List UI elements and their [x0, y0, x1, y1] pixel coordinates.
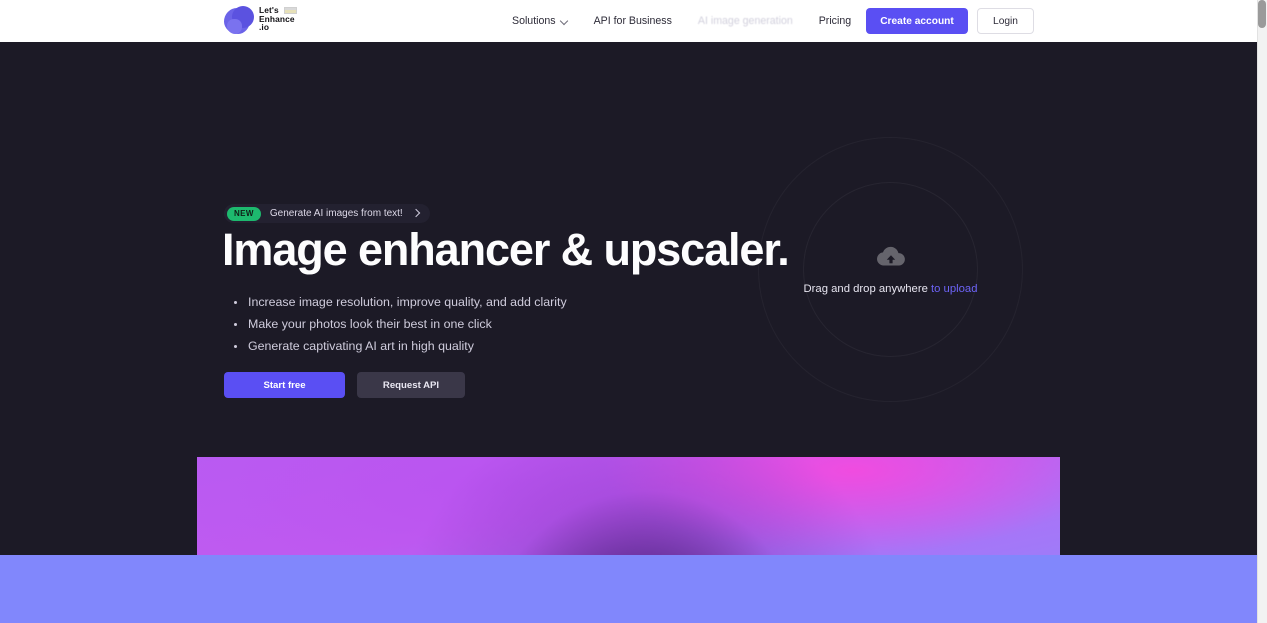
nav-item-label: AI image generation	[697, 15, 793, 27]
main-navigation: Solutions API for Business AI image gene…	[512, 0, 898, 42]
upload-link[interactable]: to upload	[931, 283, 977, 295]
nav-item-pricing[interactable]: Pricing	[819, 15, 864, 27]
list-item: Generate captivating AI art in high qual…	[230, 338, 567, 354]
ukraine-flag-icon	[283, 6, 297, 14]
nav-item-solutions[interactable]: Solutions	[512, 15, 581, 27]
chevron-down-icon	[561, 17, 568, 24]
list-item: Make your photos look their best in one …	[230, 316, 567, 332]
brand-line-3: .io	[259, 22, 270, 33]
feature-list: Increase image resolution, improve quali…	[230, 294, 567, 360]
status-badge: NEW	[227, 206, 261, 221]
request-api-button[interactable]: Request API	[357, 372, 465, 398]
dropzone-text: Drag and drop anywhere	[803, 282, 928, 295]
brand-logo[interactable]: Let's Enhance .io	[224, 3, 297, 39]
scrollbar-thumb[interactable]	[1258, 0, 1266, 28]
page-title: Image enhancer & upscaler.	[222, 224, 790, 275]
nav-item-label: Solutions	[512, 15, 556, 27]
start-free-button[interactable]: Start free	[224, 372, 345, 398]
chevron-right-icon	[413, 210, 420, 217]
hero-section: NEW Generate AI images from text! Image …	[0, 42, 1257, 457]
nav-item-api-for-business[interactable]: API for Business	[594, 15, 685, 27]
upload-dropzone[interactable]: Drag and drop anywhere to upload	[758, 137, 1023, 402]
nav-item-label: Pricing	[818, 15, 852, 27]
list-item: Increase image resolution, improve quali…	[230, 294, 567, 310]
new-feature-badge[interactable]: NEW Generate AI images from text!	[224, 204, 430, 223]
brand-wordmark: Let's Enhance .io	[259, 3, 297, 32]
create-account-button[interactable]: Create account	[866, 8, 968, 34]
nav-item-label: API for Business	[593, 15, 672, 27]
login-button[interactable]: Login	[977, 8, 1034, 34]
cloud-upload-icon	[876, 246, 905, 265]
dropzone-instruction: Drag and drop anywhere to upload	[804, 283, 978, 295]
page-root: Let's Enhance .io Solutions API for Busi…	[0, 0, 1257, 623]
bottom-color-band	[0, 555, 1257, 623]
site-header: Let's Enhance .io Solutions API for Busi…	[0, 0, 1257, 42]
nav-item-ai-image-generation[interactable]: AI image generation	[698, 15, 806, 27]
page-scrollbar[interactable]	[1257, 0, 1267, 623]
blob-logo-icon	[224, 6, 254, 36]
new-feature-badge-label: Generate AI images from text!	[269, 208, 403, 219]
cta-button-group: Start free Request API	[224, 372, 465, 398]
